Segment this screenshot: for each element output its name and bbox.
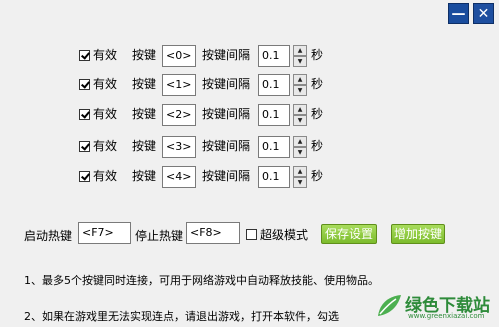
interval-field[interactable]: 0.1 [258,136,290,158]
note-1: 1、最多5个按键同时连接，可用于网络游戏中自动释放技能、使用物品。 [24,274,379,287]
spin-down-icon[interactable]: ▼ [293,177,307,188]
enabled-checkbox[interactable] [79,79,90,90]
spin-down-icon[interactable]: ▼ [293,85,307,96]
seconds-unit: 秒 [311,48,324,62]
note-2: 2、如果在游戏里无法实现连点，请退出游戏，打开本软件，勾选 [24,310,339,323]
spin-down-icon[interactable]: ▼ [293,147,307,158]
leaf-logo-icon [378,295,401,316]
start-hotkey-field[interactable]: <F7> [78,222,131,244]
interval-field[interactable]: 0.1 [258,45,290,67]
stop-hotkey-label: 停止热键 [135,229,184,243]
interval-field[interactable]: 0.1 [258,74,290,96]
seconds-unit: 秒 [311,169,324,183]
interval-spinner[interactable]: ▲ ▼ [293,104,307,126]
key-label: 按键 [132,169,157,183]
enabled-label: 有效 [93,48,118,62]
key-label: 按键 [132,107,157,121]
spin-up-icon[interactable]: ▲ [293,74,307,85]
close-button[interactable]: ✕ [473,3,494,24]
key-field[interactable]: <2> [162,104,196,126]
enabled-checkbox[interactable] [79,141,90,152]
watermark-url: www.greenxiazai.com [408,312,485,320]
spin-up-icon[interactable]: ▲ [293,166,307,177]
enabled-checkbox[interactable] [79,50,90,61]
enabled-label: 有效 [93,107,118,121]
interval-label: 按键间隔 [202,48,251,62]
spin-up-icon[interactable]: ▲ [293,45,307,56]
enabled-label: 有效 [93,77,118,91]
seconds-unit: 秒 [311,107,324,121]
interval-field[interactable]: 0.1 [258,104,290,126]
interval-spinner[interactable]: ▲ ▼ [293,45,307,67]
interval-label: 按键间隔 [202,107,251,121]
interval-label: 按键间隔 [202,77,251,91]
enabled-label: 有效 [93,139,118,153]
enabled-label: 有效 [93,169,118,183]
enabled-checkbox[interactable] [79,171,90,182]
key-field[interactable]: <3> [162,136,196,158]
spin-down-icon[interactable]: ▼ [293,56,307,67]
interval-spinner[interactable]: ▲ ▼ [293,136,307,158]
save-settings-button[interactable]: 保存设置 [321,224,377,244]
spin-down-icon[interactable]: ▼ [293,115,307,126]
start-hotkey-label: 启动热键 [24,229,73,243]
key-field[interactable]: <0> [162,45,196,67]
interval-label: 按键间隔 [202,139,251,153]
super-mode-checkbox[interactable] [246,229,257,240]
key-label: 按键 [132,139,157,153]
stop-hotkey-field[interactable]: <F8> [186,222,240,244]
super-mode-label: 超级模式 [260,228,309,242]
seconds-unit: 秒 [311,77,324,91]
enabled-checkbox[interactable] [79,109,90,120]
seconds-unit: 秒 [311,139,324,153]
key-label: 按键 [132,77,157,91]
key-field[interactable]: <1> [162,74,196,96]
interval-label: 按键间隔 [202,169,251,183]
spin-up-icon[interactable]: ▲ [293,104,307,115]
interval-spinner[interactable]: ▲ ▼ [293,166,307,188]
spin-up-icon[interactable]: ▲ [293,136,307,147]
minimize-button[interactable]: — [448,3,469,24]
key-field[interactable]: <4> [162,166,196,188]
interval-spinner[interactable]: ▲ ▼ [293,74,307,96]
key-label: 按键 [132,48,157,62]
interval-field[interactable]: 0.1 [258,166,290,188]
add-key-button[interactable]: 增加按键 [391,224,445,244]
